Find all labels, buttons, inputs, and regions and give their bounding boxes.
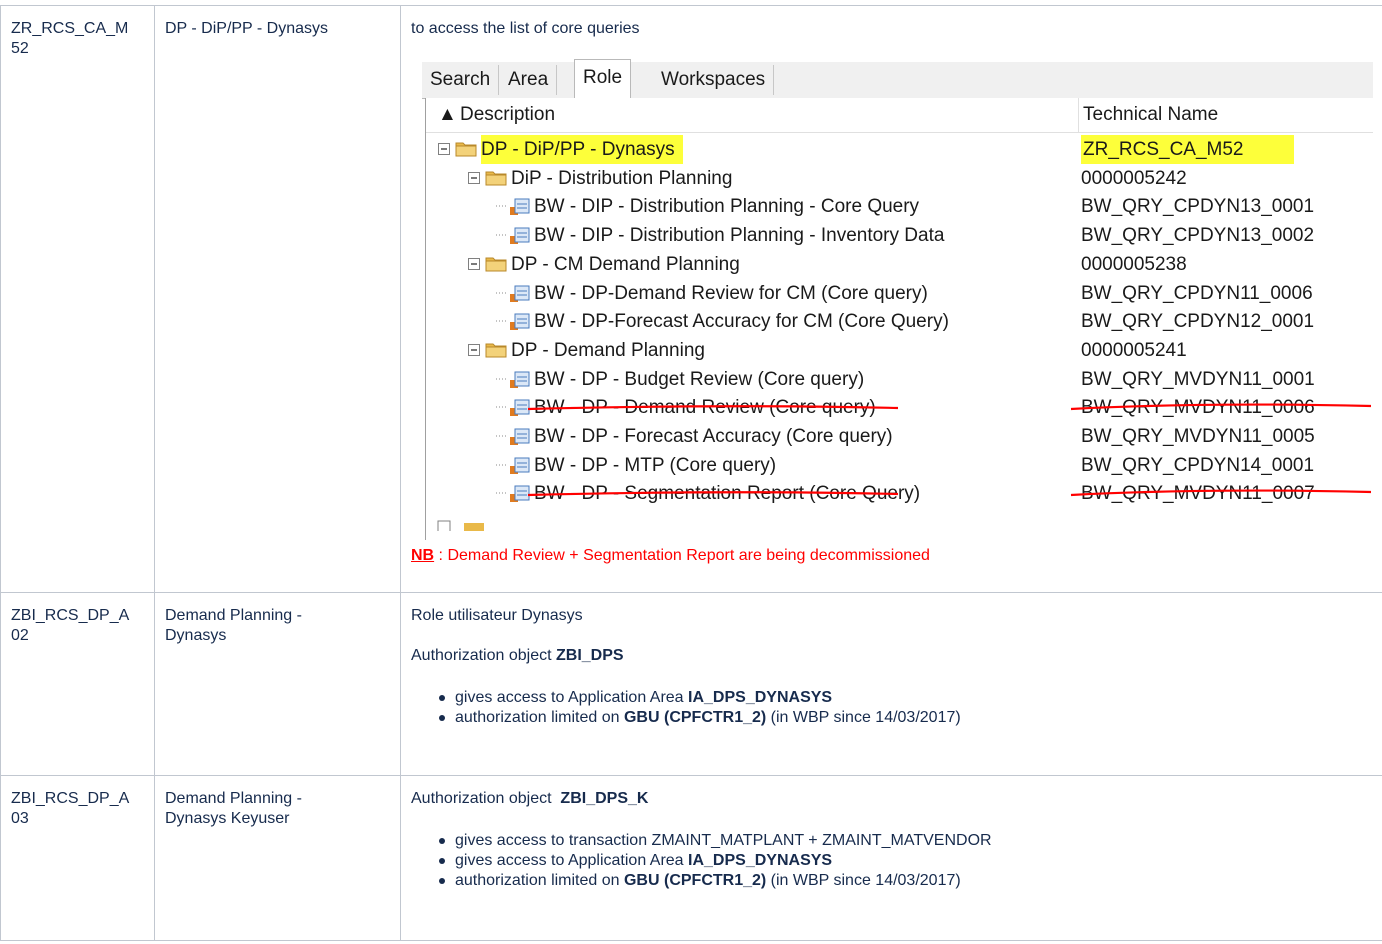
- sap-role-tree-screenshot: Search Area Role Workspaces ▲ Descriptio…: [422, 57, 1373, 540]
- column-header-row: ▲ Description Technical Name: [426, 98, 1373, 133]
- table-row: ZBI_RCS_DP_A03 Demand Planning - Dynasys…: [0, 775, 1382, 941]
- collapse-toggle-icon: [468, 171, 480, 184]
- tree-row[interactable]: BW - DIP - Distribution Planning - Core …: [426, 192, 1373, 221]
- tree-node-label: BW - DP - Budget Review (Core query): [534, 368, 865, 390]
- bullet-list: gives access to Application Area IA_DPS_…: [411, 688, 1375, 728]
- authorization-label: Authorization object: [411, 647, 556, 664]
- decommission-note: NB : Demand Review + Segmentation Report…: [411, 546, 1375, 574]
- tree-node-label: BW - DIP - Distribution Planning - Core …: [534, 196, 920, 218]
- column-technical-name[interactable]: Technical Name: [1078, 98, 1218, 132]
- role-code-cell: ZR_RCS_CA_M52: [0, 5, 155, 593]
- list-item: gives access to Application Area IA_DPS_…: [439, 688, 1375, 708]
- role-description-cell: to access the list of core queries Searc…: [400, 5, 1382, 593]
- note-label: NB: [411, 547, 435, 564]
- roles-table: ZR_RCS_CA_M52 DP - DiP/PP - Dynasys to a…: [0, 5, 1382, 941]
- tab-bar: Search Area Role Workspaces: [422, 59, 1373, 99]
- technical-name: ZR_RCS_CA_M52: [1081, 135, 1294, 164]
- role-code: ZBI_RCS_DP_A02: [11, 607, 130, 644]
- tree-row[interactable]: BW - DP - MTP (Core query) BW_QRY_CPDYN14…: [426, 451, 1373, 480]
- table-row: ZBI_RCS_DP_A02 Demand Planning - Dynasys…: [0, 592, 1382, 776]
- role-name-cell: DP - DiP/PP - Dynasys: [154, 5, 401, 593]
- list-item: authorization limited on GBU (CPFCTR1_2)…: [439, 871, 1375, 891]
- tree-row[interactable]: BW - DP - Forecast Accuracy (Core query)…: [426, 422, 1373, 451]
- tree-node-label: BW - DP - Forecast Accuracy (Core query): [534, 426, 893, 447]
- authorization-line: Authorization object ZBI_DPS_K: [411, 789, 1375, 809]
- tree-row[interactable]: DP - CM Demand Planning 0000005238: [426, 250, 1373, 279]
- authorization-line: Authorization object ZBI_DPS: [411, 646, 1375, 666]
- tree-node-label: BW - DP-Demand Review for CM (Core query…: [534, 282, 928, 304]
- bullet-list: gives access to transaction ZMAINT_MATPL…: [411, 831, 1375, 891]
- technical-name: BW_QRY_CPDYN13_0001: [1081, 196, 1315, 218]
- role-name: Demand Planning - Dynasys: [165, 607, 302, 644]
- technical-name: 0000005238: [1081, 253, 1187, 275]
- role-name: Demand Planning - Dynasys Keyuser: [165, 790, 302, 827]
- role-description-line: Role utilisateur Dynasys: [411, 607, 583, 624]
- tree-row[interactable]: BW - DP - Budget Review (Core query) BW_Q…: [426, 365, 1373, 394]
- tree-node-label: DP - CM Demand Planning: [511, 253, 740, 275]
- column-description[interactable]: Description: [460, 98, 555, 132]
- tab-area[interactable]: Area: [500, 65, 558, 95]
- role-code: ZR_RCS_CA_M52: [11, 20, 129, 57]
- tree-node-label: DiP - Distribution Planning: [511, 167, 733, 189]
- tree-row[interactable]: BW - DP-Forecast Accuracy for CM (Core Q…: [426, 307, 1373, 336]
- tree-row[interactable]: BW - DP - Demand Review (Core query) BW_Q…: [426, 393, 1373, 422]
- technical-name: BW_QRY_CPDYN13_0002: [1081, 225, 1315, 247]
- tree-row[interactable]: DP - DiP/PP - Dynasys ZR_RCS_CA_M52: [426, 135, 1373, 164]
- list-item: gives access to Application Area IA_DPS_…: [439, 851, 1375, 871]
- authorization-label: Authorization object: [411, 790, 561, 807]
- technical-name: BW_QRY_MVDYN11_0001: [1081, 368, 1315, 390]
- technical-name: 0000005242: [1081, 167, 1187, 189]
- technical-name: BW_QRY_CPDYN12_0001: [1081, 311, 1315, 333]
- cutoff-row-fragment: [437, 520, 484, 531]
- authorization-object: ZBI_DPS: [555, 647, 624, 664]
- role-name: DP - DiP/PP - Dynasys: [165, 20, 329, 37]
- sort-asc-icon[interactable]: ▲: [438, 98, 457, 132]
- technical-name: BW_QRY_CPDYN11_0006: [1081, 282, 1313, 304]
- tree-node-label: BW - DP-Forecast Accuracy for CM (Core Q…: [534, 311, 949, 333]
- collapse-toggle-icon: [438, 143, 450, 155]
- tree-row[interactable]: DP - Demand Planning 0000005241: [426, 336, 1373, 365]
- tab-role[interactable]: Role: [574, 59, 632, 98]
- strikethrough-mark: [527, 403, 1372, 411]
- note-text: : Demand Review + Segmentation Report ar…: [434, 547, 930, 564]
- tree-row-cutoff: [426, 511, 1373, 531]
- tab-search[interactable]: Search: [422, 65, 500, 95]
- tree-node-label: BW - DP - MTP (Core query): [534, 454, 777, 476]
- technical-name: 0000005241: [1081, 339, 1187, 361]
- tree-row[interactable]: BW - DP - Segmentation Report (Core Quer…: [426, 479, 1373, 508]
- technical-name: BW_QRY_CPDYN14_0001: [1081, 454, 1315, 476]
- collapse-toggle-icon: [468, 257, 480, 270]
- tree-node-label: BW - DIP - Distribution Planning - Inven…: [534, 225, 945, 247]
- role-code: ZBI_RCS_DP_A03: [11, 790, 130, 827]
- technical-name: BW_QRY_MVDYN11_0005: [1081, 426, 1315, 447]
- list-item: authorization limited on GBU (CPFCTR1_2)…: [439, 708, 1375, 728]
- tree-panel: ▲ Description Technical Name DP - DiP/PP…: [425, 98, 1373, 540]
- tree-node-label: DP - Demand Planning: [511, 339, 705, 361]
- intro-text: to access the list of core queries: [411, 20, 640, 37]
- authorization-object: ZBI_DPS_K: [560, 790, 649, 807]
- collapse-toggle-icon: [468, 343, 480, 356]
- tree-node-label: DP - DiP/PP - Dynasys: [481, 135, 683, 164]
- list-item: gives access to transaction ZMAINT_MATPL…: [439, 831, 1375, 851]
- tree-row[interactable]: BW - DP-Demand Review for CM (Core query…: [426, 279, 1373, 308]
- tree-row[interactable]: BW - DIP - Distribution Planning - Inven…: [426, 221, 1373, 250]
- tree-row[interactable]: DiP - Distribution Planning 0000005242: [426, 164, 1373, 193]
- tab-workspaces[interactable]: Workspaces: [653, 65, 775, 95]
- table-row: ZR_RCS_CA_M52 DP - DiP/PP - Dynasys to a…: [0, 5, 1382, 593]
- strikethrough-mark: [527, 489, 1372, 497]
